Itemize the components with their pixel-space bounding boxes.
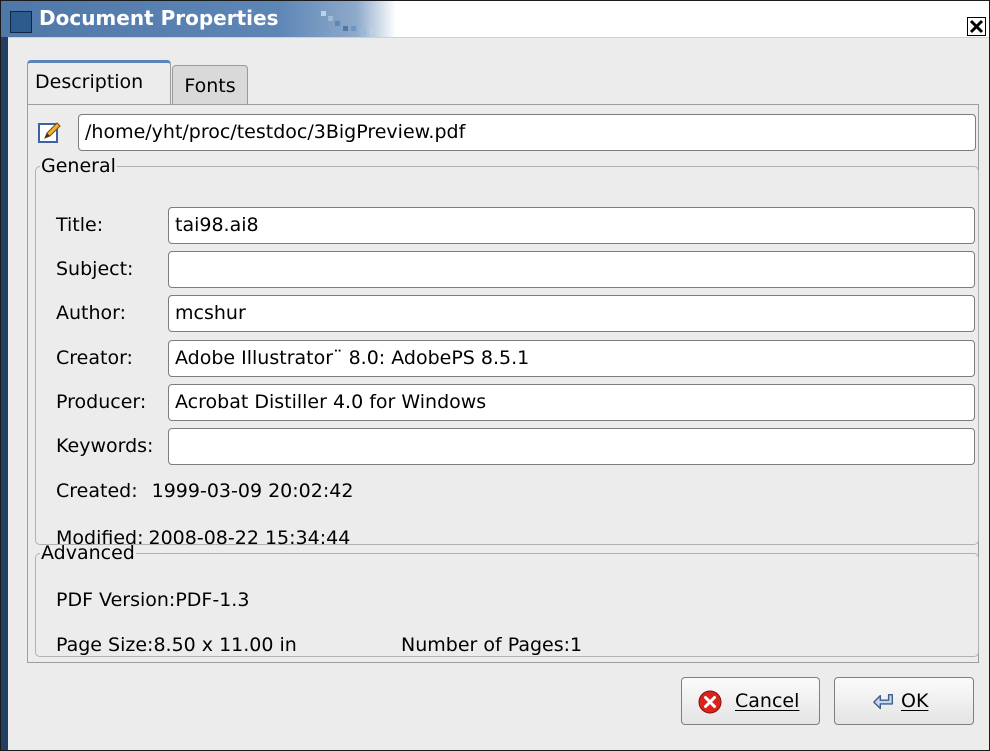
title-label: Title: (56, 214, 104, 236)
producer-field[interactable]: Acrobat Distiller 4.0 for Windows (168, 384, 975, 421)
created-row: Created: 1999-03-09 20:02:42 (56, 480, 353, 502)
description-panel: /home/yht/proc/testdoc/3BigPreview.pdf G… (27, 104, 979, 663)
close-button[interactable] (967, 17, 986, 36)
window-title: Document Properties (39, 6, 279, 30)
author-label: Author: (56, 302, 127, 324)
advanced-group: Advanced PDF Version:PDF-1.3 Page Size:8… (35, 542, 979, 657)
keywords-row: Keywords: (36, 428, 978, 465)
created-value: 1999-03-09 20:02:42 (151, 480, 354, 502)
ok-button[interactable]: OK (834, 677, 974, 725)
producer-label: Producer: (56, 391, 147, 413)
creator-label: Creator: (56, 347, 133, 369)
page-size: Page Size:8.50 x 11.00 in (56, 634, 297, 656)
red-x-circle-icon (698, 690, 722, 714)
producer-row: Producer: Acrobat Distiller 4.0 for Wind… (36, 384, 978, 421)
general-group: General Title: tai98.ai8 Subject: Author… (35, 155, 979, 549)
title-row: Title: tai98.ai8 (36, 207, 978, 244)
subject-row: Subject: (36, 251, 978, 288)
edit-pencil-icon[interactable] (38, 121, 62, 145)
tab-description[interactable]: Description (27, 60, 171, 105)
document-properties-dialog: Document Properties Description Fonts /h… (0, 0, 990, 751)
author-row: Author: mcshur (36, 295, 978, 332)
pdf-version: PDF Version:PDF-1.3 (56, 589, 250, 611)
enter-arrow-icon (873, 693, 893, 710)
close-x-icon (969, 19, 984, 34)
number-of-pages: Number of Pages:1 (401, 634, 583, 656)
window-menu-button[interactable] (10, 11, 32, 33)
keywords-field[interactable] (168, 428, 975, 465)
title-field[interactable]: tai98.ai8 (168, 207, 975, 244)
tab-fonts[interactable]: Fonts (172, 65, 248, 105)
created-label: Created: (56, 480, 138, 502)
author-field[interactable]: mcshur (168, 295, 975, 332)
title-bar[interactable]: Document Properties (1, 1, 989, 38)
window-edge (1, 37, 8, 750)
advanced-legend: Advanced (41, 542, 135, 564)
file-path-field[interactable]: /home/yht/proc/testdoc/3BigPreview.pdf (78, 114, 976, 151)
cancel-button[interactable]: Cancel (681, 677, 820, 725)
creator-field[interactable]: Adobe Illustrator¨ 8.0: AdobePS 8.5.1 (168, 340, 975, 377)
cancel-label: Cancel (735, 690, 800, 712)
keywords-label: Keywords: (56, 435, 154, 457)
creator-row: Creator: Adobe Illustrator¨ 8.0: AdobePS… (36, 340, 978, 377)
subject-label: Subject: (56, 258, 134, 280)
ok-label: OK (901, 690, 929, 712)
general-legend: General (41, 155, 116, 177)
title-decoration-icon (321, 11, 375, 34)
subject-field[interactable] (168, 251, 975, 288)
